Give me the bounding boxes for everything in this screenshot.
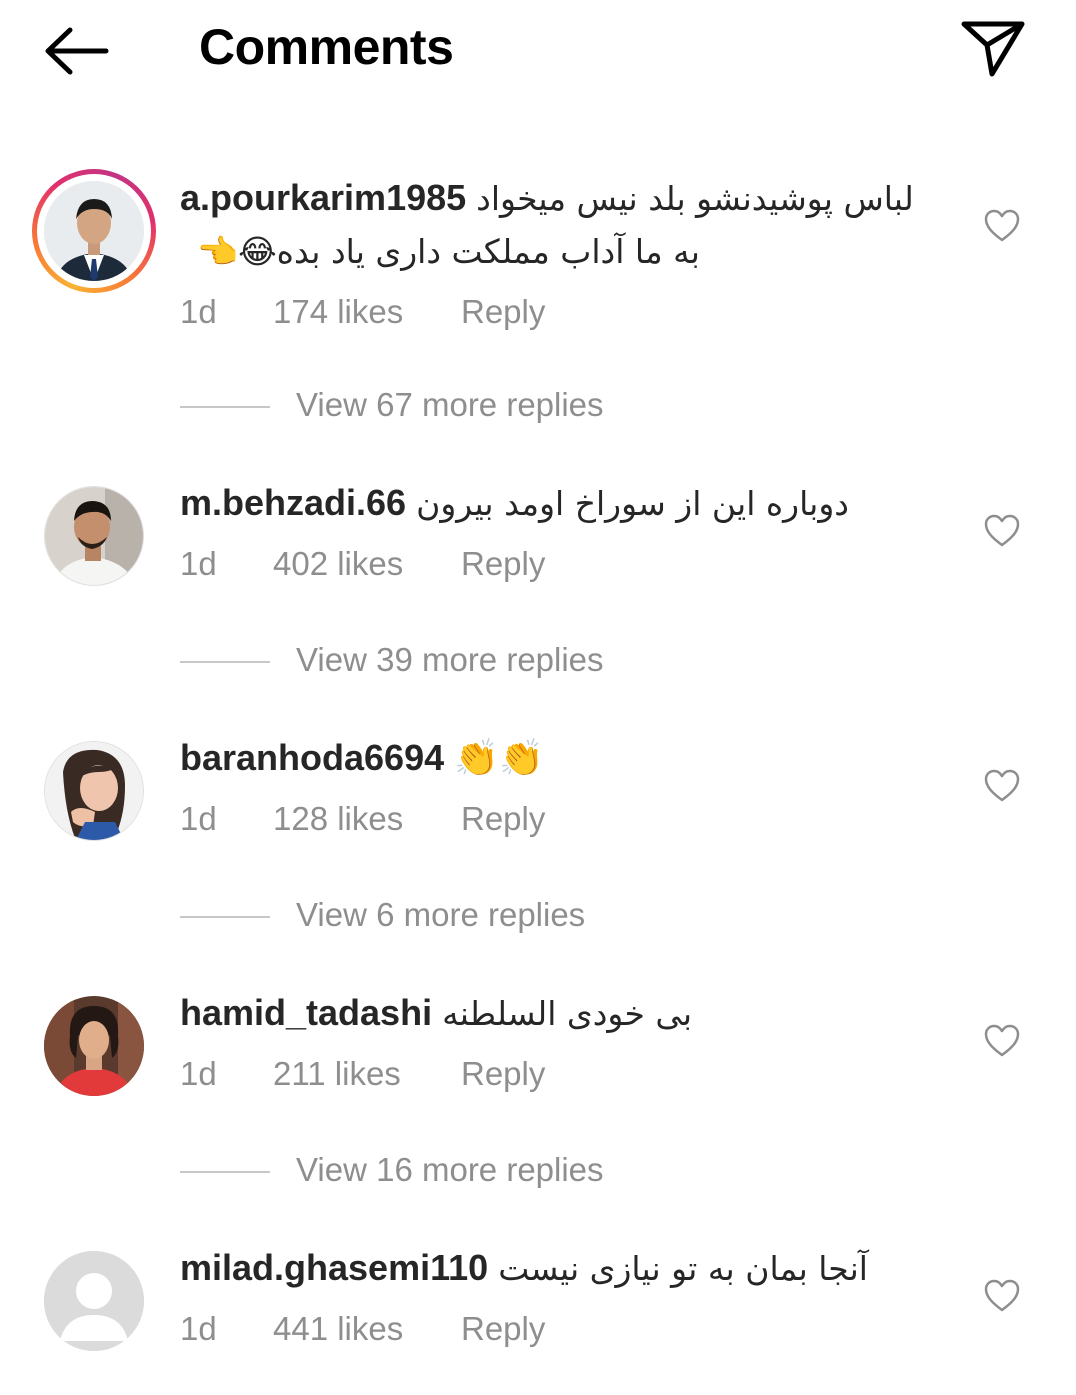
view-replies-button[interactable]: View 39 more replies <box>180 641 680 681</box>
replies-divider <box>180 1171 270 1173</box>
comment-likes[interactable]: 174 likes <box>273 293 403 331</box>
reply-button[interactable]: Reply <box>461 1310 545 1348</box>
comment-likes[interactable]: 128 likes <box>273 800 403 838</box>
comment-text: آنجا بمان به تو نیازی نیست <box>498 1249 868 1288</box>
comment-body: hamid_tadashi بی خودی السلطنه <box>180 987 960 1040</box>
view-replies-label: View 16 more replies <box>296 1151 604 1188</box>
heart-icon <box>984 1279 1020 1312</box>
comment-text: دوباره این از سوراخ اومد بیرون <box>416 484 849 523</box>
page-title: Comments <box>199 19 454 75</box>
comment-time: 1d <box>180 1055 217 1092</box>
comment-text: بی خودی السلطنه <box>442 994 693 1033</box>
back-button[interactable] <box>40 20 112 80</box>
comment-text: 👏👏 <box>454 738 544 779</box>
like-button[interactable] <box>983 1023 1021 1059</box>
share-button[interactable] <box>958 18 1028 82</box>
reply-button[interactable]: Reply <box>461 545 545 583</box>
story-ring[interactable] <box>32 169 156 293</box>
heart-icon <box>984 1024 1020 1057</box>
comment-username[interactable]: m.behzadi.66 <box>180 482 406 523</box>
view-replies-button[interactable]: View 67 more replies <box>180 386 680 426</box>
avatar[interactable] <box>44 486 144 586</box>
reply-button[interactable]: Reply <box>461 293 545 331</box>
like-button[interactable] <box>983 1278 1021 1314</box>
like-button[interactable] <box>983 513 1021 549</box>
comment-body: baranhoda6694 👏👏 <box>180 732 960 785</box>
comment-body: milad.ghasemi110 آنجا بمان به تو نیازی ن… <box>180 1242 960 1295</box>
view-replies-label: View 39 more replies <box>296 641 604 678</box>
view-replies-label: View 67 more replies <box>296 386 604 423</box>
comment-username[interactable]: baranhoda6694 <box>180 737 444 778</box>
view-replies-button[interactable]: View 6 more replies <box>180 896 680 936</box>
default-avatar-icon <box>44 1251 144 1351</box>
paper-plane-icon <box>961 21 1025 77</box>
reply-button[interactable]: Reply <box>461 800 545 838</box>
comment-time: 1d <box>180 545 217 582</box>
view-replies-button[interactable]: View 16 more replies <box>180 1151 680 1191</box>
like-button[interactable] <box>983 208 1021 244</box>
replies-divider <box>180 916 270 918</box>
comment-username[interactable]: milad.ghasemi110 <box>180 1247 488 1288</box>
heart-icon <box>984 514 1020 547</box>
comment-time: 1d <box>180 800 217 837</box>
comment-time: 1d <box>180 293 217 330</box>
comment-likes[interactable]: 402 likes <box>273 545 403 583</box>
comment-likes[interactable]: 441 likes <box>273 1310 403 1348</box>
comment-username[interactable]: hamid_tadashi <box>180 992 432 1033</box>
reply-button[interactable]: Reply <box>461 1055 545 1093</box>
comment-likes[interactable]: 211 likes <box>273 1055 401 1093</box>
arrow-left-icon <box>45 27 109 75</box>
heart-icon <box>984 209 1020 242</box>
comment-time: 1d <box>180 1310 217 1347</box>
avatar <box>44 181 144 281</box>
header-bar: Comments <box>0 0 1076 100</box>
like-button[interactable] <box>983 768 1021 804</box>
replies-divider <box>180 661 270 663</box>
heart-icon <box>984 769 1020 802</box>
avatar[interactable] <box>44 741 144 841</box>
view-replies-label: View 6 more replies <box>296 896 586 933</box>
avatar[interactable] <box>44 1251 144 1351</box>
avatar[interactable] <box>44 996 144 1096</box>
comment-text-line2: به ما آداب مملکت داری یاد بده😂👈 <box>197 232 700 271</box>
comment-username[interactable]: a.pourkarim1985 <box>180 177 466 218</box>
comment-body: m.behzadi.66 دوباره این از سوراخ اومد بی… <box>180 477 960 530</box>
comment-text: لباس پوشیدنشو بلد نیس میخواد <box>476 179 914 218</box>
comment-body: a.pourkarim1985 لباس پوشیدنشو بلد نیس می… <box>180 172 960 278</box>
replies-divider <box>180 406 270 408</box>
